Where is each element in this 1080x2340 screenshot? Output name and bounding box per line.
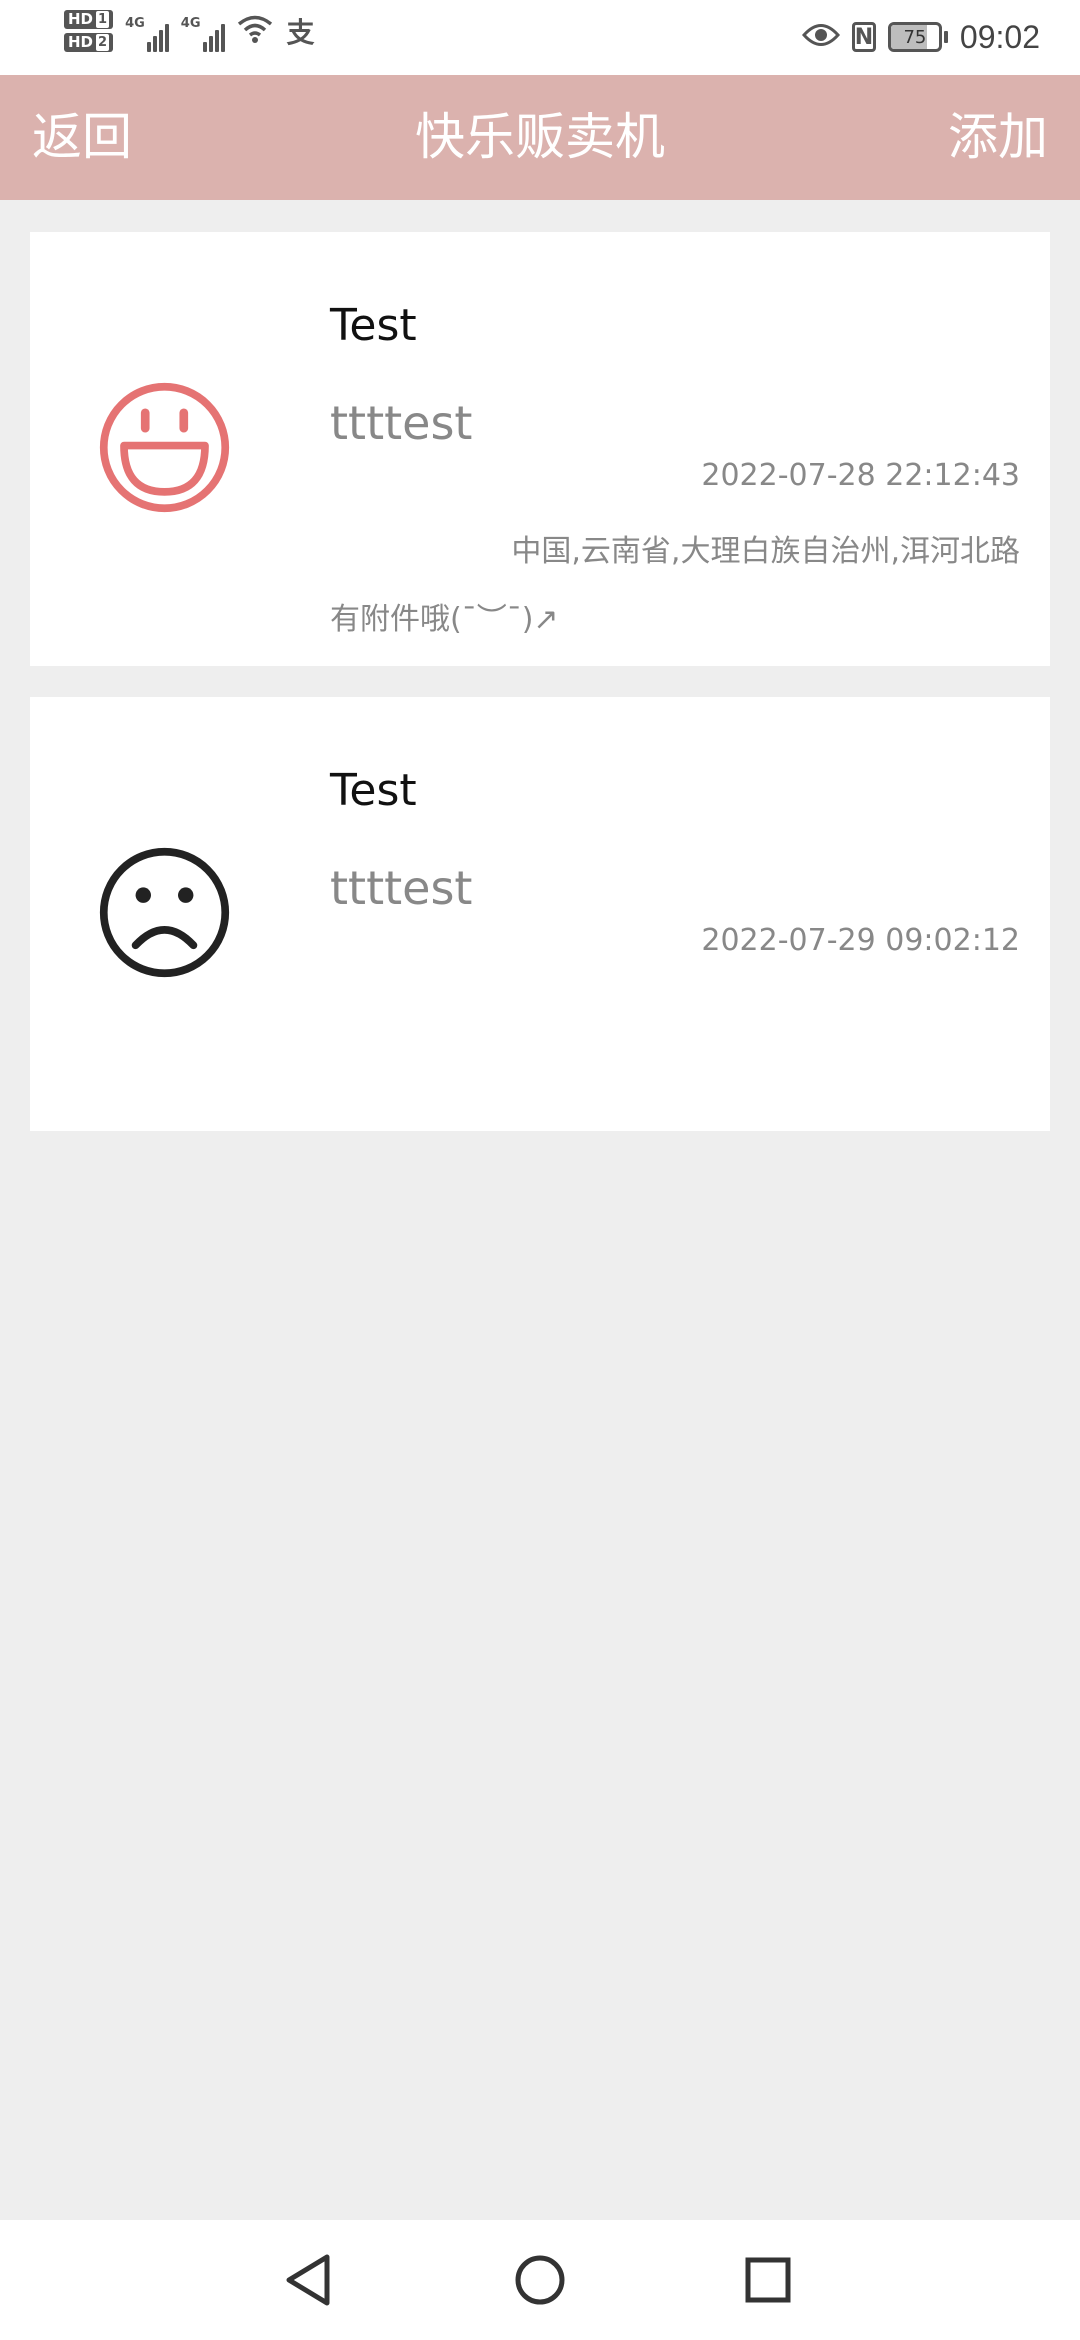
signal1-icon: 4G [125, 10, 169, 52]
battery-level: 75 [903, 26, 927, 48]
entry-attachment-note: 有附件哦(ˉ︶ˉ)↗ [330, 602, 559, 637]
signal-bar [202, 42, 207, 52]
status-right: N 75 09:02 [801, 12, 1040, 62]
sim2-label: HD [68, 33, 94, 51]
signal-bar [158, 30, 163, 52]
entry-card[interactable]: Test ttttest 2022-07-29 09:02:12 [30, 697, 1050, 1131]
signal2-icon: 4G [181, 10, 225, 52]
eye-icon [801, 22, 840, 52]
entry-content: ttttest [330, 396, 473, 450]
signal-bar [146, 42, 151, 52]
status-bar: HD 1 HD 2 4G 4G 支 N 75 09:02 [0, 0, 1080, 75]
happy-face-icon [99, 382, 230, 513]
network1-label: 4G [125, 16, 145, 31]
back-triangle-icon[interactable] [268, 2240, 348, 2320]
signal-bar [208, 36, 213, 52]
entry-content: ttttest [330, 861, 473, 915]
recents-square-icon[interactable] [728, 2240, 808, 2320]
entry-location: 中国,云南省,大理白族自治州,洱河北路 [511, 534, 1020, 569]
entry-title: Test [330, 765, 417, 816]
add-button[interactable]: 添加 [948, 75, 1048, 200]
sim1-label: HD [68, 10, 94, 28]
sim2-hd-badge: HD 2 [64, 33, 114, 52]
battery-body: 75 [887, 22, 942, 52]
page-title: 快乐贩卖机 [415, 108, 665, 166]
network2-label: 4G [180, 16, 201, 31]
entry-time: 2022-07-28 22:12:43 [701, 458, 1020, 493]
sim2-number: 2 [96, 34, 110, 51]
wifi-icon [237, 14, 273, 48]
app-header: 返回 快乐贩卖机 添加 [0, 75, 1080, 200]
signal-bar [164, 24, 169, 52]
status-left: HD 1 HD 2 4G 4G 支 [64, 10, 315, 52]
status-time: 09:02 [959, 18, 1040, 55]
sim-indicators: HD 1 HD 2 [64, 10, 114, 52]
battery-icon: 75 [887, 22, 948, 52]
signal-bar [220, 24, 225, 52]
signal-bar [152, 36, 157, 52]
alipay-icon: 支 [286, 16, 315, 49]
signal-bar [214, 30, 219, 52]
entry-time: 2022-07-29 09:02:12 [701, 923, 1020, 958]
sim1-hd-badge: HD 1 [64, 10, 114, 29]
sim1-number: 1 [96, 11, 110, 28]
system-nav-bar [0, 2220, 1080, 2340]
home-circle-icon[interactable] [500, 2240, 580, 2320]
nfc-icon: N [851, 22, 876, 52]
battery-cap [943, 31, 948, 43]
sad-face-icon [99, 847, 230, 978]
entry-card[interactable]: Test ttttest 2022-07-28 22:12:43 中国,云南省,… [30, 232, 1050, 666]
entry-title: Test [330, 300, 417, 351]
